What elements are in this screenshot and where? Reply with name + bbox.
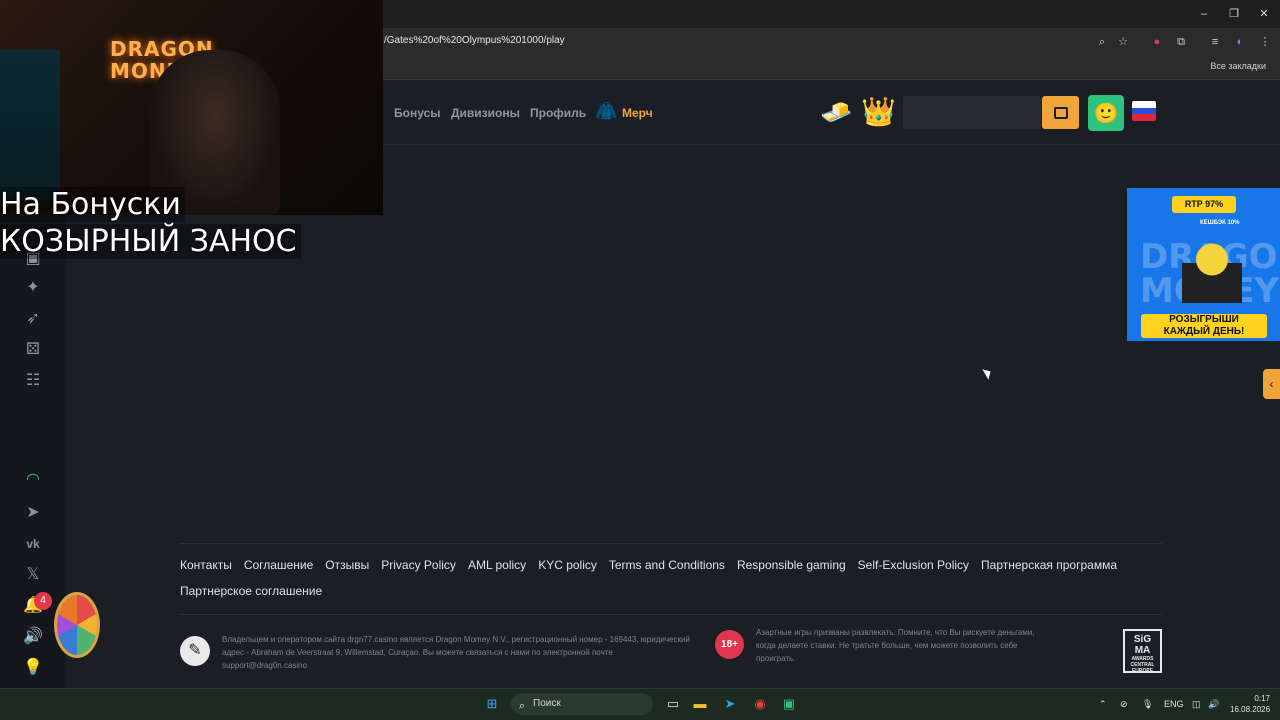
tray-network-off-icon[interactable]: ⊘ — [1120, 699, 1128, 710]
ad-cta: РОЗЫГРЫШИ КАЖДЫЙ ДЕНЬ! — [1141, 314, 1267, 338]
taskbar-search[interactable]: Поиск — [511, 693, 653, 715]
gambling-warning: Азартные игры призваны развлекать. Помни… — [756, 628, 1035, 663]
brand-logo-icon: ✎ — [180, 636, 210, 666]
footer-divider — [180, 543, 1162, 544]
nav-merch[interactable]: Мерч — [622, 106, 653, 120]
app-icon[interactable]: ▣ — [780, 695, 798, 713]
fortune-wheel[interactable] — [54, 592, 100, 658]
nav-profile[interactable]: Профиль — [530, 106, 586, 120]
footer-divider — [180, 614, 1162, 615]
hoodie-icon: 🧥 — [595, 101, 618, 121]
sigma-line1: SiG — [1133, 634, 1152, 645]
bookmark-star-icon[interactable]: ☆ — [1116, 35, 1130, 49]
notification-badge: 4 — [34, 592, 52, 610]
language-flag-ru[interactable] — [1132, 101, 1156, 121]
balance-display — [903, 96, 1041, 129]
tray-chevron-icon[interactable]: ⌃ — [1099, 699, 1107, 710]
telegram-icon[interactable]: ➤ — [22, 502, 44, 524]
microphone-icon[interactable]: 🎙 — [1142, 699, 1153, 710]
clock[interactable]: 0:17 16.08.2026 — [1230, 693, 1270, 715]
legal-text: Владельцем и оператором сайта drgn77.cas… — [222, 635, 690, 670]
chrome-app-icon[interactable]: ◉ — [751, 695, 769, 713]
collapse-panel-button[interactable]: ‹ — [1263, 369, 1280, 399]
minimize-button[interactable]: – — [1196, 6, 1212, 22]
crown-icon[interactable]: 👑 — [861, 95, 896, 128]
mouse-cursor — [982, 366, 994, 380]
wallet-icon — [1053, 106, 1068, 119]
footer-link-reviews[interactable]: Отзывы — [325, 558, 369, 572]
footer-link-aml[interactable]: AML policy — [468, 558, 526, 572]
url-text[interactable]: /Gates%20of%20Olympus%201000/play — [384, 35, 565, 46]
task-view-icon[interactable]: ▭ — [664, 695, 682, 713]
avatar[interactable]: 🙂 — [1088, 95, 1124, 131]
ad-cta-line1: РОЗЫГРЫШИ — [1169, 314, 1239, 325]
sidebar-slot-icon[interactable]: ☷ — [22, 370, 44, 392]
footer-link-partner-agreement[interactable]: Партнерское соглашение — [180, 584, 322, 598]
ad-cta-line2: КАЖДЫЙ ДЕНЬ! — [1163, 326, 1245, 337]
sigma-award-badge: SiG MA AWARDS CENTRAL EUROPE — [1123, 629, 1162, 674]
extensions-puzzle-icon[interactable]: ⧉ — [1174, 35, 1188, 49]
clock-time: 0:17 — [1254, 694, 1270, 703]
close-button[interactable]: ✕ — [1256, 6, 1272, 22]
menu-kebab-icon[interactable]: ⋮ — [1258, 35, 1272, 49]
gold-bar-icon[interactable]: 🧈 — [820, 97, 852, 128]
footer-links: Контакты Соглашение Отзывы Privacy Polic… — [180, 558, 1140, 598]
ad-cashback: КЕШБЭК 10% — [1200, 220, 1240, 226]
volume-icon[interactable]: 🔊 — [1208, 699, 1219, 710]
search-icon: ⌕ — [518, 700, 526, 712]
footer-link-contacts[interactable]: Контакты — [180, 558, 232, 572]
ad-mascot — [1172, 228, 1252, 318]
footer-link-kyc[interactable]: KYC policy — [538, 558, 597, 572]
restore-button[interactable]: ❐ — [1226, 6, 1242, 22]
wifi-icon[interactable]: ◫ — [1192, 699, 1201, 710]
language-indicator[interactable]: ENG — [1164, 699, 1184, 709]
nav-divisions[interactable]: Дивизионы — [451, 106, 520, 120]
nav-bonuses[interactable]: Бонусы — [394, 106, 441, 120]
footer-link-terms[interactable]: Terms and Conditions — [609, 558, 725, 572]
webcam-monitor — [0, 50, 60, 200]
clock-date: 16.08.2026 — [1230, 705, 1271, 714]
footer-link-agreement[interactable]: Соглашение — [244, 558, 313, 572]
footer-link-self-exclusion[interactable]: Self-Exclusion Policy — [858, 558, 969, 572]
overlay-line-2: КОЗЫРНЫЙ ЗАНОС — [0, 224, 301, 259]
start-windows-icon[interactable]: ⊞ — [483, 695, 501, 713]
footer-link-partner-program[interactable]: Партнерская программа — [981, 558, 1117, 572]
vk-icon[interactable]: vk — [22, 533, 44, 555]
x-twitter-icon[interactable]: 𝕏 — [22, 564, 44, 586]
file-explorer-icon[interactable]: ▬ — [691, 695, 709, 713]
profile-icon[interactable]: ◐ — [1233, 35, 1247, 49]
all-bookmarks-link[interactable]: Все закладки — [1210, 61, 1266, 71]
user-avatar-icon: 🙂 — [1093, 102, 1119, 125]
media-control-icon[interactable]: ≡ — [1208, 35, 1222, 49]
sound-icon[interactable]: 🔊 — [22, 626, 44, 648]
sidebar-rocket-icon[interactable]: ➶ — [22, 308, 44, 330]
ad-rtp-badge: RTP 97% — [1172, 196, 1236, 213]
wallet-button[interactable] — [1042, 96, 1079, 129]
theme-bulb-icon[interactable]: 💡 — [22, 657, 44, 679]
telegram-app-icon[interactable]: ➤ — [721, 695, 739, 713]
sidebar-fire-icon[interactable]: ✦ — [22, 277, 44, 299]
sigma-line2: MA — [1134, 645, 1151, 656]
zoom-icon[interactable]: ⌕ — [1095, 35, 1109, 49]
footer-link-privacy[interactable]: Privacy Policy — [381, 558, 456, 572]
overlay-line-1: На Бонуски — [0, 187, 185, 222]
extension-icon[interactable]: ● — [1150, 35, 1164, 49]
footer-link-responsible[interactable]: Responsible gaming — [737, 558, 846, 572]
support-headset-icon[interactable]: ◠ — [22, 469, 44, 491]
chevron-left-icon: ‹ — [1269, 377, 1274, 391]
sigma-line4: CENTRAL EUROPE — [1130, 662, 1155, 674]
sidebar-dice-icon[interactable]: ⚄ — [22, 339, 44, 361]
age-badge: 18+ — [715, 630, 744, 659]
webcam-overlay: DRAGON MONEY — [0, 0, 383, 215]
